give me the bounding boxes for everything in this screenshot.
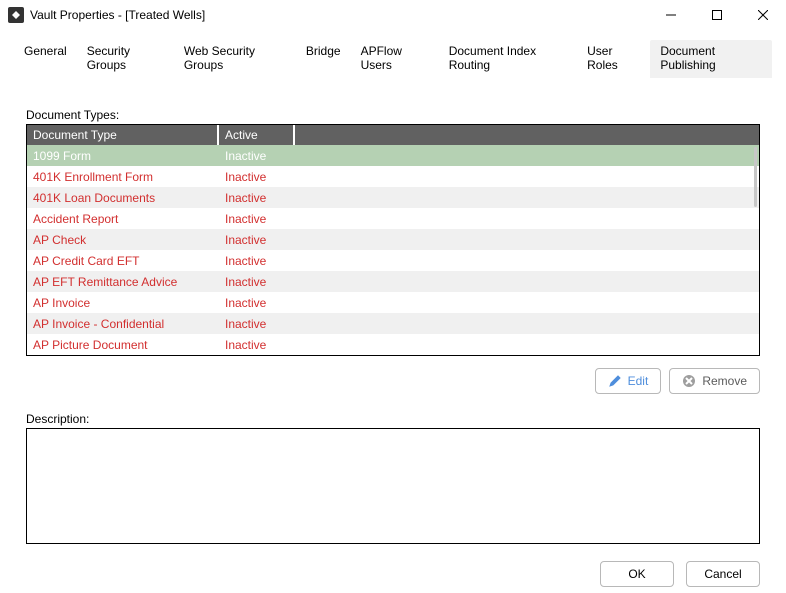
ok-button[interactable]: OK	[600, 561, 674, 587]
cell-active: Inactive	[219, 149, 295, 163]
table-row[interactable]: AP Credit Card EFTInactive	[27, 250, 759, 271]
description-label: Description:	[26, 412, 760, 426]
close-button[interactable]	[740, 0, 786, 30]
cell-active: Inactive	[219, 233, 295, 247]
description-section: Description:	[26, 412, 760, 544]
cell-document-type: AP Picture Document	[27, 338, 219, 352]
minimize-button[interactable]	[648, 0, 694, 30]
cell-active: Inactive	[219, 212, 295, 226]
tab-document-publishing[interactable]: Document Publishing	[650, 40, 772, 78]
cell-document-type: 1099 Form	[27, 149, 219, 163]
description-textarea[interactable]	[26, 428, 760, 544]
doc-types-table: Document Type Active 1099 FormInactive40…	[26, 124, 760, 356]
edit-button-label: Edit	[628, 374, 649, 388]
cancel-button[interactable]: Cancel	[686, 561, 760, 587]
table-row[interactable]: AP InvoiceInactive	[27, 292, 759, 313]
cell-document-type: AP Credit Card EFT	[27, 254, 219, 268]
table-row[interactable]: AP CheckInactive	[27, 229, 759, 250]
tab-document-index-routing[interactable]: Document Index Routing	[439, 40, 577, 78]
cell-document-type: AP Check	[27, 233, 219, 247]
doc-types-label: Document Types:	[26, 108, 760, 122]
app-icon	[8, 7, 24, 23]
cell-active: Inactive	[219, 296, 295, 310]
table-row[interactable]: Accident ReportInactive	[27, 208, 759, 229]
titlebar: Vault Properties - [Treated Wells]	[0, 0, 786, 30]
pencil-icon	[608, 374, 622, 388]
cell-document-type: AP EFT Remittance Advice	[27, 275, 219, 289]
remove-button-label: Remove	[702, 374, 747, 388]
remove-button[interactable]: Remove	[669, 368, 760, 394]
cell-active: Inactive	[219, 191, 295, 205]
cell-document-type: AP Invoice	[27, 296, 219, 310]
cell-active: Inactive	[219, 275, 295, 289]
edit-button[interactable]: Edit	[595, 368, 662, 394]
cell-active: Inactive	[219, 338, 295, 352]
table-row[interactable]: AP Invoice - ConfidentialInactive	[27, 313, 759, 334]
scrollbar[interactable]	[754, 147, 757, 207]
cell-active: Inactive	[219, 317, 295, 331]
tab-bridge[interactable]: Bridge	[296, 40, 351, 78]
remove-icon	[682, 374, 696, 388]
table-row[interactable]: 1099 FormInactive	[27, 145, 759, 166]
tab-security-groups[interactable]: Security Groups	[77, 40, 174, 78]
cell-document-type: 401K Loan Documents	[27, 191, 219, 205]
window-title: Vault Properties - [Treated Wells]	[30, 8, 648, 22]
cell-active: Inactive	[219, 254, 295, 268]
cell-document-type: 401K Enrollment Form	[27, 170, 219, 184]
table-header: Document Type Active	[27, 125, 759, 145]
table-row[interactable]: AP Picture DocumentInactive	[27, 334, 759, 355]
table-body: 1099 FormInactive401K Enrollment FormIna…	[27, 145, 759, 355]
vault-properties-dialog: Vault Properties - [Treated Wells] Gener…	[0, 0, 786, 593]
tab-apflow-users[interactable]: APFlow Users	[351, 40, 439, 78]
table-row[interactable]: 401K Enrollment FormInactive	[27, 166, 759, 187]
maximize-button[interactable]	[694, 0, 740, 30]
tab-strip: GeneralSecurity GroupsWeb Security Group…	[0, 30, 786, 78]
cell-document-type: AP Invoice - Confidential	[27, 317, 219, 331]
cell-active: Inactive	[219, 170, 295, 184]
tab-user-roles[interactable]: User Roles	[577, 40, 650, 78]
row-buttons: Edit Remove	[26, 368, 760, 394]
dialog-footer: OK Cancel	[0, 554, 786, 593]
col-document-type[interactable]: Document Type	[27, 125, 219, 145]
tab-content: Document Types: Document Type Active 109…	[0, 78, 786, 554]
tab-web-security-groups[interactable]: Web Security Groups	[174, 40, 296, 78]
table-row[interactable]: 401K Loan DocumentsInactive	[27, 187, 759, 208]
table-row[interactable]: AP EFT Remittance AdviceInactive	[27, 271, 759, 292]
cell-document-type: Accident Report	[27, 212, 219, 226]
col-active[interactable]: Active	[219, 125, 295, 145]
tab-general[interactable]: General	[14, 40, 77, 78]
